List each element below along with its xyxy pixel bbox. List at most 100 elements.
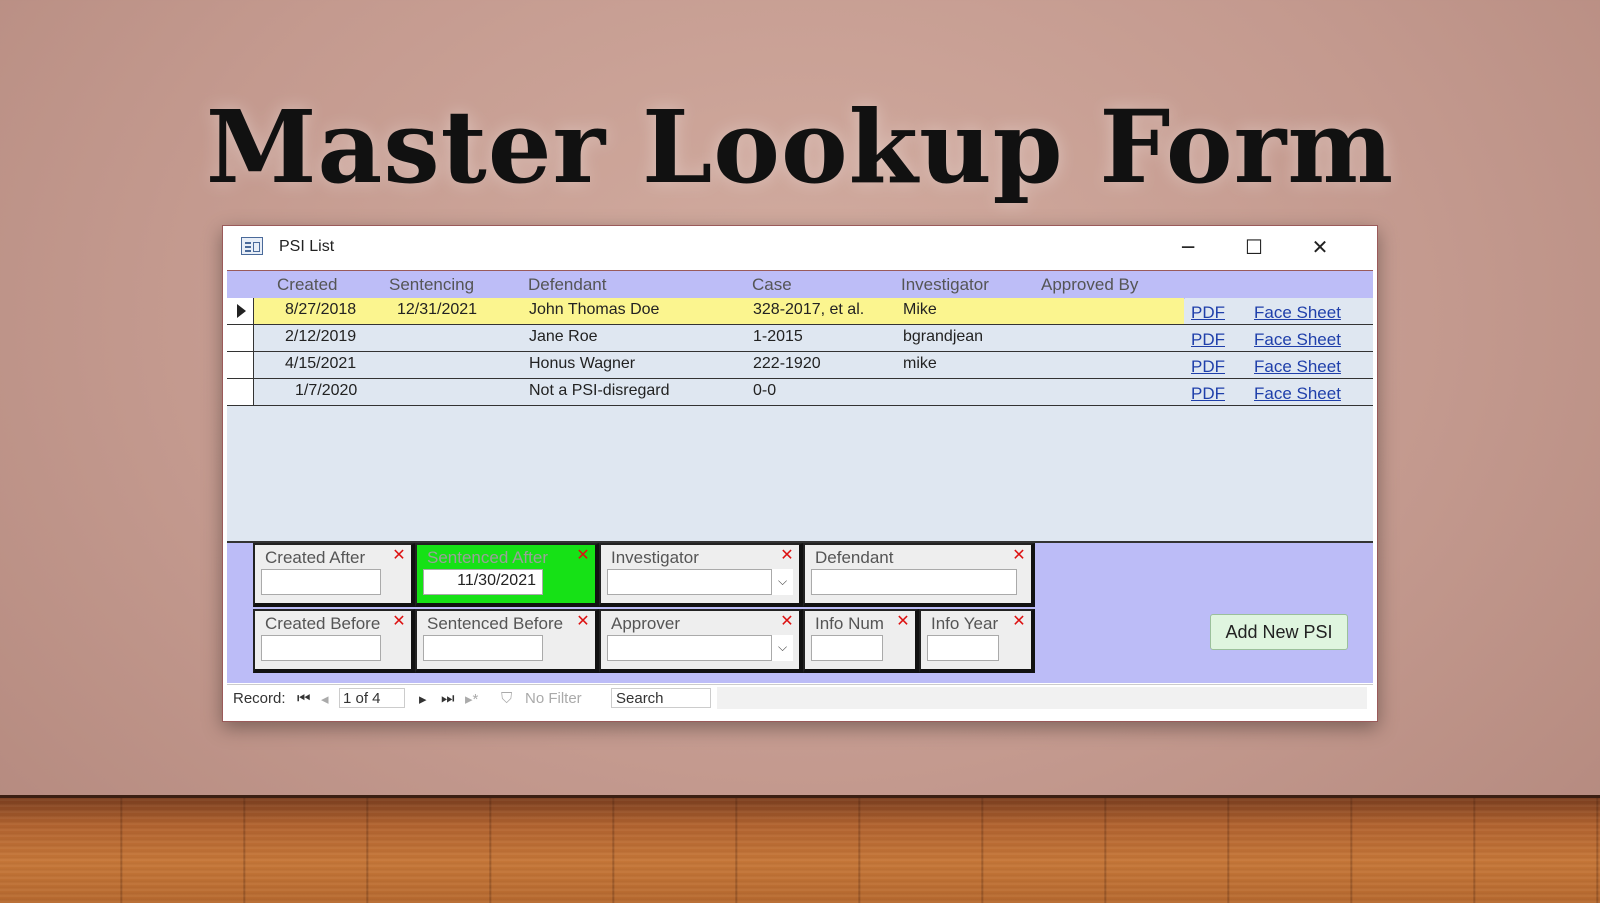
cell-created[interactable]: 1/7/2020 [295, 382, 357, 400]
wood-floor [0, 795, 1600, 903]
investigator-label: Investigator [611, 548, 699, 567]
table-row[interactable]: 8/27/2018 12/31/2021 John Thomas Doe 328… [227, 298, 1373, 325]
info-num-input[interactable] [811, 635, 883, 661]
cell-created[interactable]: 2/12/2019 [285, 328, 356, 346]
investigator-dropdown-icon[interactable]: ⌵ [771, 569, 793, 595]
sentenced-after-input[interactable]: 11/30/2021 [423, 569, 543, 595]
slide-title: Master Lookup Form [205, 88, 1395, 206]
psi-datasheet: Created Sentencing Defendant Case Invest… [227, 270, 1373, 546]
column-header-sentencing[interactable]: Sentencing [389, 275, 474, 295]
form-icon [241, 237, 263, 255]
table-row[interactable]: 2/12/2019 Jane Roe 1-2015 bgrandjean PDF… [227, 325, 1373, 352]
add-new-psi-button[interactable]: Add New PSI [1210, 614, 1348, 650]
sentenced-before-input[interactable] [423, 635, 543, 661]
cell-case[interactable]: 222-1920 [753, 355, 821, 373]
info-year-label: Info Year [931, 614, 999, 633]
column-header-created[interactable]: Created [277, 275, 337, 295]
cell-case[interactable]: 1-2015 [753, 328, 803, 346]
info-num-filter: Info Num ✕ [803, 609, 919, 673]
created-before-filter: Created Before ✕ [253, 609, 415, 673]
cell-investigator[interactable]: mike [903, 355, 937, 373]
search-box[interactable]: Search [611, 688, 711, 708]
created-before-label: Created Before [265, 614, 381, 633]
record-selector[interactable] [227, 325, 254, 351]
investigator-combobox[interactable] [607, 569, 793, 595]
table-row[interactable]: 1/7/2020 Not a PSI-disregard 0-0 PDF Fac… [227, 379, 1373, 406]
next-record-icon[interactable]: ▸ [419, 690, 427, 708]
record-selector[interactable] [227, 379, 254, 405]
cell-case[interactable]: 0-0 [753, 382, 776, 400]
close-button[interactable]: ✕ [1297, 232, 1343, 262]
created-after-input[interactable] [261, 569, 381, 595]
face-sheet-link[interactable]: Face Sheet [1254, 330, 1341, 350]
info-year-input[interactable] [927, 635, 999, 661]
filter-icon[interactable]: ⛉ [501, 690, 512, 707]
cell-defendant[interactable]: Jane Roe [529, 328, 598, 346]
sentenced-before-filter: Sentenced Before ✕ [415, 609, 599, 673]
defendant-input[interactable] [811, 569, 1017, 595]
pdf-link[interactable]: PDF [1191, 330, 1225, 350]
record-selector[interactable] [227, 352, 254, 378]
defendant-filter: Defendant ✕ [803, 543, 1035, 607]
maximize-button[interactable]: ☐ [1231, 232, 1277, 262]
current-record-field[interactable]: 1 of 4 [339, 688, 405, 708]
clear-sentenced-after-icon[interactable]: ✕ [575, 547, 591, 563]
approver-filter: Approver ✕ ⌵ [599, 609, 803, 673]
sentenced-after-filter: Sentenced After ✕ 11/30/2021 [415, 543, 599, 607]
filter-panel: Created After ✕ Sentenced After ✕ 11/30/… [227, 541, 1373, 683]
horizontal-scrollbar[interactable] [717, 687, 1367, 709]
title-bar: PSI List ─ ☐ ✕ [223, 226, 1377, 270]
first-record-icon[interactable]: ⏮ [297, 690, 311, 707]
column-header-approved-by[interactable]: Approved By [1041, 275, 1138, 295]
face-sheet-link[interactable]: Face Sheet [1254, 303, 1341, 323]
created-after-filter: Created After ✕ [253, 543, 415, 607]
record-label: Record: [233, 690, 286, 707]
new-record-icon[interactable]: ▸* [465, 690, 478, 708]
cell-case[interactable]: 328-2017, et al. [753, 301, 864, 319]
info-num-label: Info Num [815, 614, 884, 633]
investigator-filter: Investigator ✕ ⌵ [599, 543, 803, 607]
record-navigator: Record: ⏮ ◂ 1 of 4 ▸ ⏭ ▸* ⛉ No Filter Se… [227, 684, 1373, 711]
previous-record-icon[interactable]: ◂ [321, 690, 329, 708]
window-title: PSI List [279, 238, 335, 255]
table-row[interactable]: 4/15/2021 Honus Wagner 222-1920 mike PDF… [227, 352, 1373, 379]
psi-list-window: PSI List ─ ☐ ✕ Created Sentencing Defend… [222, 225, 1378, 722]
clear-investigator-icon[interactable]: ✕ [779, 547, 795, 563]
column-header-defendant[interactable]: Defendant [528, 275, 606, 295]
cell-created[interactable]: 8/27/2018 [285, 301, 356, 319]
info-year-filter: Info Year ✕ [919, 609, 1035, 673]
clear-info-year-icon[interactable]: ✕ [1011, 613, 1027, 629]
created-before-input[interactable] [261, 635, 381, 661]
approver-dropdown-icon[interactable]: ⌵ [771, 635, 793, 661]
last-record-icon[interactable]: ⏭ [441, 690, 455, 707]
cell-defendant[interactable]: John Thomas Doe [529, 301, 659, 319]
approver-label: Approver [611, 614, 680, 633]
clear-created-before-icon[interactable]: ✕ [391, 613, 407, 629]
pdf-link[interactable]: PDF [1191, 357, 1225, 377]
column-header-investigator[interactable]: Investigator [901, 275, 989, 295]
minimize-button[interactable]: ─ [1165, 232, 1211, 262]
cell-investigator[interactable]: bgrandjean [903, 328, 983, 346]
no-filter-button[interactable]: No Filter [525, 690, 582, 707]
clear-info-num-icon[interactable]: ✕ [895, 613, 911, 629]
current-record-arrow-icon [237, 304, 246, 318]
pdf-link[interactable]: PDF [1191, 303, 1225, 323]
clear-created-after-icon[interactable]: ✕ [391, 547, 407, 563]
face-sheet-link[interactable]: Face Sheet [1254, 384, 1341, 404]
pdf-link[interactable]: PDF [1191, 384, 1225, 404]
clear-defendant-icon[interactable]: ✕ [1011, 547, 1027, 563]
cell-defendant[interactable]: Not a PSI-disregard [529, 382, 670, 400]
cell-investigator[interactable]: Mike [903, 301, 937, 319]
clear-approver-icon[interactable]: ✕ [779, 613, 795, 629]
created-after-label: Created After [265, 548, 366, 567]
cell-created[interactable]: 4/15/2021 [285, 355, 356, 373]
cell-defendant[interactable]: Honus Wagner [529, 355, 635, 373]
approver-combobox[interactable] [607, 635, 793, 661]
column-header-row: Created Sentencing Defendant Case Invest… [227, 270, 1373, 299]
cell-sentencing[interactable]: 12/31/2021 [397, 301, 477, 319]
clear-sentenced-before-icon[interactable]: ✕ [575, 613, 591, 629]
sentenced-after-label: Sentenced After [427, 548, 548, 567]
column-header-case[interactable]: Case [752, 275, 792, 295]
record-selector[interactable] [227, 298, 254, 324]
face-sheet-link[interactable]: Face Sheet [1254, 357, 1341, 377]
